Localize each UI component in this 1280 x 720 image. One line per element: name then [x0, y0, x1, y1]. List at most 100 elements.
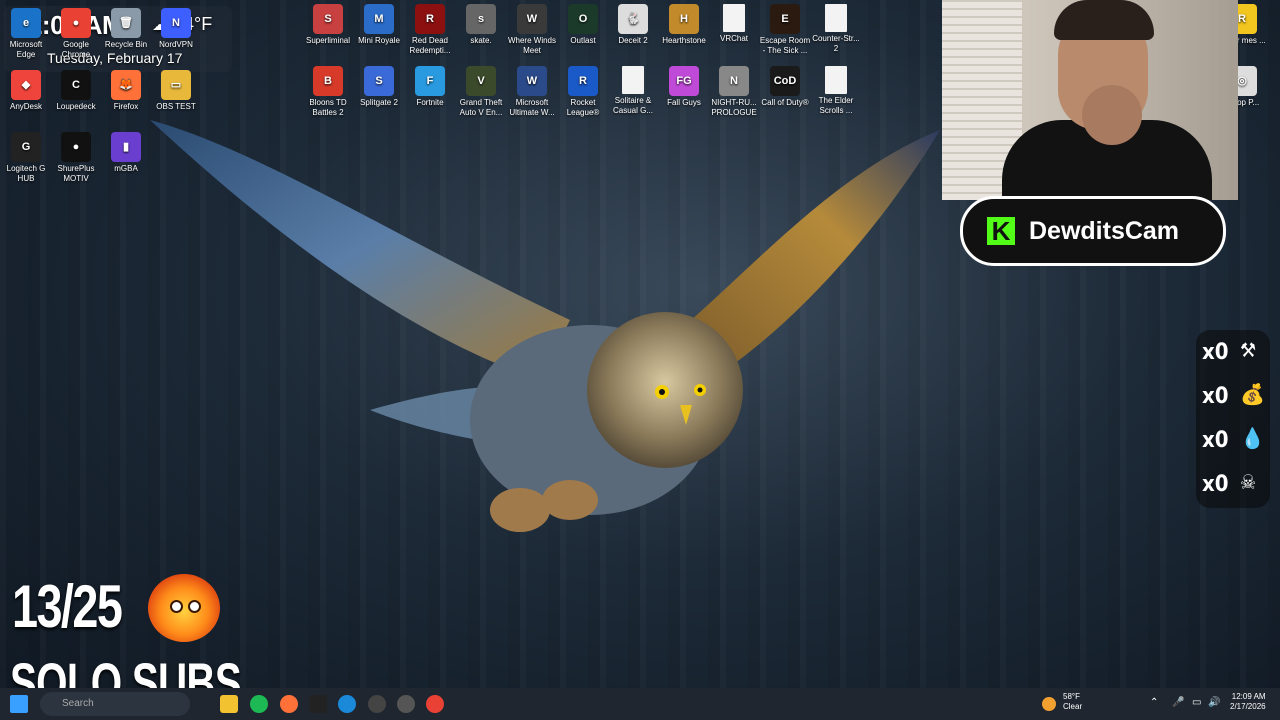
app-icon: C	[61, 70, 91, 100]
desktop-icon[interactable]: Solitaire & Casual G...	[607, 66, 659, 116]
desktop-icon[interactable]: FG Fall Guys	[658, 66, 710, 108]
desktop-icon-label: Fall Guys	[667, 98, 701, 107]
edge-taskbar-icon[interactable]	[338, 695, 356, 713]
app-icon: FG	[669, 66, 699, 96]
desktop-icon[interactable]: CoD Call of Duty®	[759, 66, 811, 108]
stat-row: x0 ☠	[1196, 470, 1270, 500]
desktop-icon-label: The Elder Scrolls ...	[818, 96, 854, 115]
desktop-icon[interactable]: V Grand Theft Auto V En...	[455, 66, 507, 118]
desktop-icon[interactable]: N NordVPN	[150, 8, 202, 50]
taskbar-clock[interactable]: 12:09 AM 2/17/2026	[1230, 692, 1266, 712]
app-icon: ▮	[111, 132, 141, 162]
desktop-icon-label: VRChat	[719, 34, 748, 43]
volume-icon[interactable]: 🔊	[1208, 698, 1220, 708]
desktop-icon[interactable]: 🐇 Deceit 2	[607, 4, 659, 46]
network-icon[interactable]: ▭	[1192, 698, 1201, 708]
desktop-icon[interactable]: W Where Winds Meet	[506, 4, 558, 56]
desktop-icon[interactable]: 🦊 Firefox	[100, 70, 152, 112]
app-icon: B	[313, 66, 343, 96]
desktop-icon[interactable]: ● Google Chrome	[50, 8, 102, 60]
spotify-icon[interactable]	[250, 695, 268, 713]
taskbar-time: 12:09 AM	[1231, 692, 1266, 701]
stat-value: x0	[1202, 340, 1229, 365]
taskbar-weather[interactable]: 58°F Clear	[1063, 692, 1082, 712]
desktop-icon[interactable]: H Hearthstone	[658, 4, 710, 46]
app-icon: F	[415, 66, 445, 96]
stat-row: x0 ⚒	[1196, 338, 1270, 368]
drops-icon: 💧	[1240, 426, 1265, 450]
desktop-icon-label: Fortnite	[416, 98, 444, 107]
desktop-icon[interactable]: O Outlast	[557, 4, 609, 46]
desktop-icon-label: Deceit 2	[618, 36, 648, 45]
call-of-duty-taskbar-icon[interactable]	[309, 695, 327, 713]
taskbar-date: 2/17/2026	[1230, 702, 1266, 711]
desktop-icon-label: Grand Theft Auto V En...	[459, 98, 503, 117]
app-icon: 🐇	[618, 4, 648, 34]
desktop-icon[interactable]: C Loupedeck	[50, 70, 102, 112]
kick-logo-icon: K	[987, 217, 1015, 245]
desktop-icon[interactable]: e Microsoft Edge	[0, 8, 52, 60]
desktop-icon[interactable]: ◆ AnyDesk	[0, 70, 52, 112]
desktop-icon[interactable]: G Logitech G HUB	[0, 132, 52, 184]
desktop-icon-label: Logitech G HUB	[6, 164, 46, 183]
desktop-icon[interactable]: VRChat	[708, 4, 760, 44]
settings-gear-icon[interactable]	[368, 695, 386, 713]
streamer-hair	[1054, 0, 1154, 40]
fireball-emoji-icon	[148, 574, 220, 642]
desktop-icon-label: Outlast	[570, 36, 596, 45]
desktop-icon[interactable]: R Red Dead Redempti...	[404, 4, 456, 56]
app-icon: H	[669, 4, 699, 34]
desktop-icon-label: Escape Room - The Sick ...	[759, 36, 811, 55]
desktop-icon-label: Counter-Str... 2	[812, 34, 860, 53]
desktop-icon-label: NordVPN	[159, 40, 193, 49]
app-icon: CoD	[770, 66, 800, 96]
desktop-icon[interactable]: 🗑 Recycle Bin	[100, 8, 152, 50]
desktop-icon[interactable]: B Bloons TD Battles 2	[302, 66, 354, 118]
desktop-icon[interactable]: S Splitgate 2	[353, 66, 405, 108]
desktop-icon[interactable]: ▮ mGBA	[100, 132, 152, 174]
desktop-icon[interactable]: R Rocket League®	[557, 66, 609, 118]
recording-app-icon[interactable]	[397, 695, 415, 713]
microphone-icon[interactable]: 🎤	[1172, 698, 1184, 708]
app-icon: 🦊	[111, 70, 141, 100]
app-icon: O	[568, 4, 598, 34]
desktop-icon[interactable]: E Escape Room - The Sick ...	[759, 4, 811, 56]
file-explorer-icon[interactable]	[220, 695, 238, 713]
app-icon: N	[161, 8, 191, 38]
desktop-icon-label: skate.	[470, 36, 492, 45]
app-icon: ◆	[11, 70, 41, 100]
streamer-hand	[1082, 85, 1142, 145]
app-icon: S	[313, 4, 343, 34]
app-icon: W	[517, 4, 547, 34]
stat-value: x0	[1202, 428, 1229, 453]
desktop-icon[interactable]: W Microsoft Ultimate W...	[506, 66, 558, 118]
app-icon	[622, 66, 644, 94]
desktop-icon[interactable]: S Superliminal	[302, 4, 354, 46]
desktop-icon[interactable]: ▭ OBS TEST	[150, 70, 202, 112]
app-icon: 🗑	[111, 8, 141, 38]
desktop-icon-label: Google Chrome	[61, 40, 91, 59]
moon-weather-icon[interactable]	[1042, 697, 1056, 711]
desktop-icon[interactable]: Counter-Str... 2	[810, 4, 862, 54]
desktop-icon[interactable]: s skate.	[455, 4, 507, 46]
stat-row: x0 💧	[1196, 426, 1270, 456]
firefox-taskbar-icon[interactable]	[280, 695, 298, 713]
desktop-icon[interactable]: ● ShurePlus MOTIV	[50, 132, 102, 184]
desktop-icon[interactable]: The Elder Scrolls ...	[810, 66, 862, 116]
desktop-icon-label: Bloons TD Battles 2	[309, 98, 347, 117]
app-icon	[825, 66, 847, 94]
desktop-icon-label: NIGHT-RU... PROLOGUE	[711, 98, 757, 117]
fireball-eye	[188, 600, 201, 613]
desktop-icon[interactable]: M Mini Royale	[353, 4, 405, 46]
chrome-taskbar-icon[interactable]	[426, 695, 444, 713]
app-icon: ●	[61, 8, 91, 38]
desktop-icon-label: Rocket League®	[566, 98, 600, 117]
taskbar-search-input[interactable]: Search	[40, 692, 190, 716]
desktop-icon-label: Call of Duty®	[761, 98, 809, 107]
taskbar-weather-desc: Clear	[1063, 702, 1083, 711]
desktop-icon[interactable]: F Fortnite	[404, 66, 456, 108]
desktop-icon[interactable]: N NIGHT-RU... PROLOGUE	[708, 66, 760, 118]
start-button-icon[interactable]	[10, 695, 28, 713]
app-icon: R	[415, 4, 445, 34]
tray-overflow-chevron-icon[interactable]: ⌃	[1150, 698, 1158, 708]
